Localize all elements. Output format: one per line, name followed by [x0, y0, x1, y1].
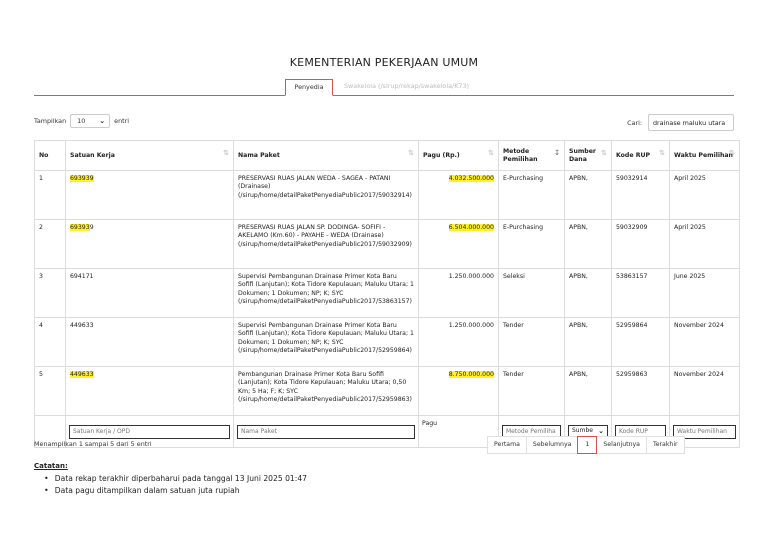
cell-nama-paket[interactable]: Supervisi Pembangunan Drainase Primer Ko…: [233, 317, 419, 367]
cell-satker: 694171: [65, 268, 234, 318]
page-first-button[interactable]: Pertama: [487, 436, 527, 454]
cell-no: 4: [34, 317, 66, 367]
page-next-button[interactable]: Selanjutnya: [596, 436, 647, 454]
sort-icon: ⇅: [408, 149, 414, 157]
cell-waktu: November 2024: [669, 317, 740, 367]
cell-nama-paket[interactable]: PRESERVASI RUAS JALAN SP. DODINGA- SOFIF…: [233, 219, 419, 269]
search-highlight: 6.504.000.000: [448, 224, 494, 231]
table-row: 1 693939 PRESERVASI RUAS JALAN WEDA - SA…: [34, 170, 740, 220]
page-length-control: Tampilkan 10 ⌄ entri: [34, 114, 129, 128]
page-current-button[interactable]: 1: [577, 436, 598, 454]
cell-sumber: APBN,: [564, 170, 612, 220]
cell-nama-paket[interactable]: PRESERVASI RUAS JALAN WEDA - SAGEA - PAT…: [233, 170, 419, 220]
cell-sumber: APBN,: [564, 219, 612, 269]
chevron-down-icon: ⌄: [99, 117, 106, 125]
notes: Catatan: • Data rekap terakhir diperbahar…: [34, 462, 307, 496]
col-header-nama-paket[interactable]: Nama Paket ⇅: [233, 140, 419, 171]
search-control: Cari:: [627, 114, 734, 131]
col-header-kode-rup[interactable]: Kode RUP ⇅: [611, 140, 670, 171]
rekap-table: No Satuan Kerja ⇅ Nama Paket ⇅ Pagu (Rp.) ⇅…: [34, 140, 740, 448]
sort-icon: ⇅: [488, 149, 494, 157]
tab-swakelola[interactable]: Swakelola (/sirup/rekap/swakelola/K73): [344, 79, 469, 96]
col-header-metode[interactable]: Metode Pemilihan ↧: [498, 140, 565, 171]
search-label: Cari:: [627, 118, 642, 127]
cell-no: 1: [34, 170, 66, 220]
length-prefix: Tampilkan: [34, 117, 67, 125]
pagination: Pertama Sebelumnya 1 Selanjutnya Terakhi…: [487, 436, 685, 454]
cell-pagu: 1.250.000.000: [418, 317, 499, 367]
cell-pagu: 1.250.000.000: [418, 268, 499, 318]
search-highlight: 4.032.500.000: [448, 175, 494, 182]
col-header-waktu[interactable]: Waktu Pemilihan ⇅: [669, 140, 740, 171]
cell-nama-paket[interactable]: Pembangunan Drainase Primer Kota Baru So…: [233, 366, 419, 416]
cell-satker: 693939: [65, 219, 234, 269]
page-length-select[interactable]: 10 ⌄: [70, 114, 111, 128]
table-row: 4 449633 Supervisi Pembangunan Drainase …: [34, 317, 740, 367]
cell-kode-rup: 59032914: [611, 170, 670, 220]
col-header-no[interactable]: No: [34, 140, 66, 171]
cell-satker: 449633: [65, 317, 234, 367]
col-header-sumber-dana[interactable]: Sumber Dana ⇅: [564, 140, 612, 171]
notes-title: Catatan:: [34, 462, 68, 470]
cell-metode: E-Purchasing: [498, 170, 565, 220]
search-highlight: 8.750.000.000: [448, 371, 494, 378]
tab-penyedia[interactable]: Penyedia: [285, 79, 333, 96]
cell-pagu: 8.750.000.000: [418, 366, 499, 416]
cell-metode: Tender: [498, 366, 565, 416]
chevron-down-icon: ⌄: [598, 427, 604, 436]
col-header-satuan-kerja[interactable]: Satuan Kerja ⇅: [65, 140, 234, 171]
tab-bar: Penyedia Swakelola (/sirup/rekap/swakelo…: [34, 79, 734, 96]
list-item: • Data rekap terakhir diperbaharui pada t…: [44, 474, 307, 483]
filter-nama-paket-input[interactable]: [237, 424, 415, 439]
cell-metode: E-Purchasing: [498, 219, 565, 269]
cell-waktu: November 2024: [669, 366, 740, 416]
page-title: KEMENTERIAN PEKERJAAN UMUM: [289, 56, 479, 69]
table-row: 2 693939 PRESERVASI RUAS JALAN SP. DODIN…: [34, 219, 740, 269]
table-info: Menampilkan 1 sampai 5 dari 5 entri: [34, 440, 152, 448]
cell-kode-rup: 52959864: [611, 317, 670, 367]
page-last-button[interactable]: Terakhir: [645, 436, 685, 454]
cell-waktu: April 2025: [669, 219, 740, 269]
table-row: 5 449633 Pembangunan Drainase Primer Kot…: [34, 366, 740, 416]
filter-cell: [233, 415, 419, 448]
cell-sumber: APBN,: [564, 268, 612, 318]
bullet-icon: •: [44, 474, 49, 483]
cell-sumber: APBN,: [564, 317, 612, 367]
cell-waktu: June 2025: [669, 268, 740, 318]
cell-sumber: APBN,: [564, 366, 612, 416]
search-highlight: 69393: [70, 224, 90, 231]
list-item: • Data pagu ditampilkan dalam satuan juta…: [44, 485, 240, 495]
cell-kode-rup: 59032909: [611, 219, 670, 269]
table-header-row: No Satuan Kerja ⇅ Nama Paket ⇅ Pagu (Rp.) ⇅…: [34, 140, 740, 171]
cell-metode: Tender: [498, 317, 565, 367]
bullet-icon: •: [44, 485, 49, 495]
search-highlight: 449633: [70, 371, 94, 378]
cell-no: 2: [34, 219, 66, 269]
cell-metode: Seleksi: [498, 268, 565, 318]
sort-icon: ⇅: [601, 149, 607, 157]
notes-list: • Data rekap terakhir diperbaharui pada t…: [34, 473, 307, 496]
search-input[interactable]: [648, 114, 734, 131]
cell-no: 3: [34, 268, 66, 318]
cell-kode-rup: 52959863: [611, 366, 670, 416]
sort-icon: ⇅: [223, 149, 229, 157]
cell-no: 5: [34, 366, 66, 416]
sort-icon: ⇅: [729, 149, 735, 157]
col-header-pagu[interactable]: Pagu (Rp.) ⇅: [418, 140, 499, 171]
cell-pagu: 6.504.000.000: [418, 219, 499, 269]
cell-kode-rup: 53863157: [611, 268, 670, 318]
cell-waktu: April 2025: [669, 170, 740, 220]
sort-desc-icon: ↧: [554, 149, 560, 157]
filter-satker-input[interactable]: [69, 424, 230, 439]
cell-satker: 449633: [65, 366, 234, 416]
table-row: 3 694171 Supervisi Pembangunan Drainase …: [34, 268, 740, 318]
search-highlight: 693939: [70, 175, 94, 182]
cell-nama-paket[interactable]: Supervisi Pembangunan Drainase Primer Ko…: [233, 268, 419, 318]
page-prev-button[interactable]: Sebelumnya: [525, 436, 579, 454]
page-length-value: 10: [77, 117, 86, 125]
sort-icon: ⇅: [659, 149, 665, 157]
cell-satker: 693939: [65, 170, 234, 220]
length-suffix: entri: [114, 117, 130, 125]
cell-pagu: 4.032.500.000: [418, 170, 499, 220]
